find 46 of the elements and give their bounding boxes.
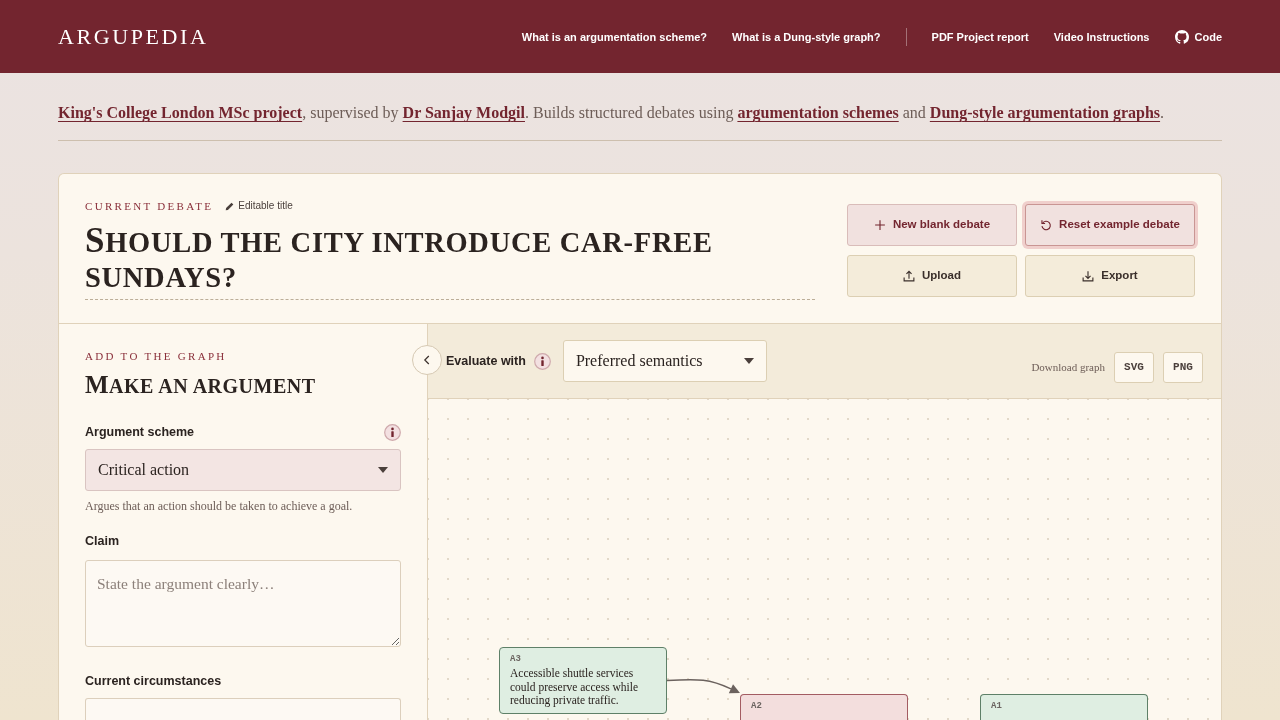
text-area-field[interactable] [85,698,401,720]
site-logo[interactable]: ARGUPEDIA [58,25,209,48]
text-area-field[interactable]: State the argument clearly… [85,560,401,647]
intro-link[interactable]: argumentation schemes [737,104,899,121]
nav-link[interactable]: Video Instructions [1053,28,1150,45]
action-button[interactable]: Export [1025,255,1195,297]
download-label: Download graph [1031,359,1105,375]
node-text: Accessible shuttle services could preserve access while reducing private traffic. [510,667,640,708]
chevron-left-icon [422,355,432,365]
node-id: A2 [751,700,763,712]
form-heading: MAKE AN ARGUMENT [85,371,317,400]
field-label: Current circumstances [85,673,222,690]
caret-icon [378,467,388,473]
intro-link[interactable]: Dr Sanjay Modgil [402,104,525,121]
info-icon[interactable] [533,352,551,370]
upload-icon [903,270,915,282]
scheme-dropdown[interactable]: Critical action [85,449,401,491]
intro-link[interactable]: King's College London MSc project [58,104,303,121]
semantics-dropdown[interactable]: Preferred semantics [562,340,767,382]
undo-icon [1040,219,1053,231]
section-label: CURRENT DEBATE [85,200,214,212]
pencil-icon [225,201,235,211]
action-button[interactable]: New blank debate [847,204,1017,246]
plus-icon [873,219,886,231]
download-button[interactable]: PNG [1163,351,1203,383]
node-id: A1 [991,700,1003,712]
help-text: Argues that an action should be taken to achieve a goal. [85,498,354,514]
nav-link[interactable]: What is an argumentation scheme? [521,28,708,45]
caret-icon [743,358,754,364]
action-button[interactable]: Upload [847,255,1017,297]
github-icon [1174,29,1189,44]
intro-text: King's College London MSc project, supervised by Dr Sanjay Modgil. Builds structured debates using argumentation schemes and Dung-style argumentation graphs. [58,103,1166,124]
nav-link[interactable]: What is a Dung-style graph? [732,28,881,45]
action-button[interactable]: Reset example debate [1025,204,1195,246]
nav-link[interactable]: PDF Project report [931,28,1029,45]
download-icon [1082,270,1095,282]
download-button[interactable]: SVG [1114,351,1154,383]
field-label: Claim [85,533,120,550]
field-label: Evaluate with [446,352,526,370]
section-label: ADD TO THE GRAPH [85,350,228,362]
hint-text: Editable title [238,200,293,212]
info-icon[interactable] [384,423,401,441]
field-label: Argument scheme [85,424,195,441]
debate-title[interactable]: SHOULD THE CITY INTRODUCE CAR-FREE SUNDAYS? [85,223,815,300]
nav-link[interactable]: Code [1174,28,1222,45]
node-id: A3 [510,653,522,665]
